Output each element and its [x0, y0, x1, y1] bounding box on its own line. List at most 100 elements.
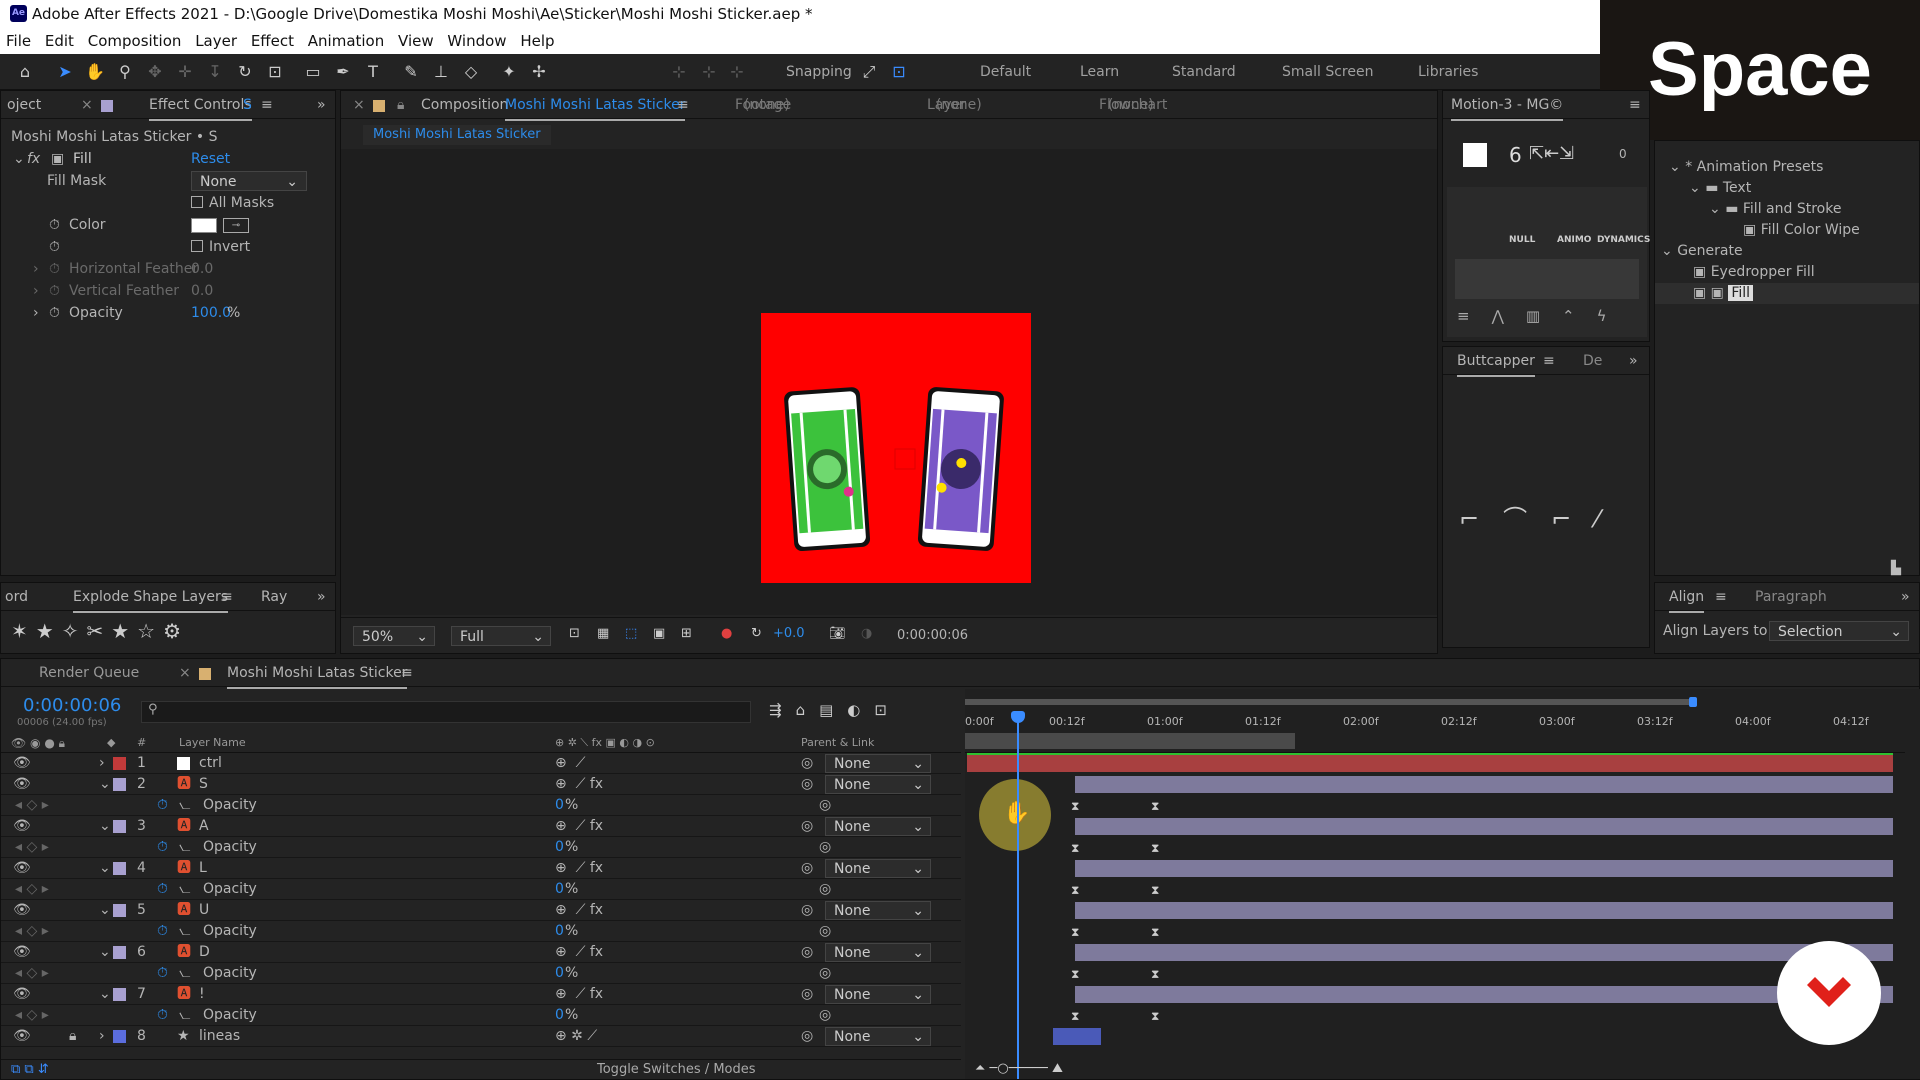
workspace-standard[interactable]: Standard: [1172, 64, 1236, 80]
preset-fill[interactable]: ▣ ▣ Fill: [1655, 283, 1919, 304]
graph-icon[interactable]: ⦦: [179, 1005, 191, 1026]
layer-name[interactable]: L: [199, 858, 207, 879]
graph-icon[interactable]: ⦦: [179, 795, 191, 816]
layer-name[interactable]: S: [199, 774, 208, 795]
motion-curve-graph[interactable]: [1455, 259, 1639, 299]
property-value[interactable]: 0: [555, 837, 564, 858]
chevron-down-icon[interactable]: ⌄: [99, 942, 111, 963]
keyframe-icon[interactable]: ⧗: [1151, 1010, 1161, 1022]
buttcapper-tab[interactable]: Buttcapper: [1457, 347, 1535, 377]
stopwatch-icon[interactable]: ⏱: [49, 215, 60, 236]
property-value[interactable]: 0: [555, 1005, 564, 1026]
graph-icon[interactable]: ⦦: [179, 963, 191, 984]
property-value[interactable]: 0: [555, 795, 564, 816]
property-value[interactable]: 0: [555, 921, 564, 942]
orbit-tool-icon[interactable]: ✥: [144, 61, 166, 83]
panel-menu-icon[interactable]: ≡: [221, 583, 233, 611]
footage-tab[interactable]: Footage (none): [735, 91, 791, 119]
stopwatch-icon[interactable]: ⏱: [49, 237, 60, 258]
ord-tab[interactable]: ord: [5, 583, 28, 611]
lock-icon[interactable]: 🔒︎: [397, 91, 404, 119]
close-icon[interactable]: ×: [353, 91, 365, 119]
parent-dropdown[interactable]: None ⌄: [825, 1027, 931, 1046]
chevron-down-icon[interactable]: ⌄: [99, 816, 111, 837]
explode-cut-icon[interactable]: ✂: [86, 619, 111, 643]
layer-name[interactable]: !: [199, 984, 205, 1005]
explode-sel-icon[interactable]: ★: [36, 619, 62, 643]
anchor-icons[interactable]: ⇱⇤⇲: [1529, 143, 1574, 164]
workspace-small-screen[interactable]: Small Screen: [1282, 64, 1373, 80]
layer-name[interactable]: lineas: [199, 1026, 240, 1047]
effect-controls-tab[interactable]: Effect Controls: [149, 91, 252, 121]
chevron-right-icon[interactable]: ›: [99, 753, 105, 774]
keyframe-nav-icon[interactable]: ◂ ◇ ▸: [15, 795, 49, 816]
snap-options-icon[interactable]: ⤢: [858, 61, 880, 83]
world-axis-icon[interactable]: ⊹: [698, 61, 720, 83]
layer-row[interactable]: 👁︎ 🔒︎ › 8 ★ lineas ⊕ ✲ ⟋ ◎ None ⌄: [1, 1026, 961, 1047]
label-color[interactable]: [113, 988, 126, 1001]
star-outline-icon[interactable]: ☆: [137, 619, 163, 643]
expression-pickwhip-icon[interactable]: ◎: [819, 879, 831, 900]
chevron-down-icon[interactable]: ⌄: [99, 774, 111, 795]
panel-menu-icon[interactable]: ≡: [1715, 583, 1727, 611]
toggle-switches-modes[interactable]: Toggle Switches / Modes: [597, 1062, 756, 1077]
visibility-icon[interactable]: 👁︎: [13, 942, 31, 963]
motion-curve-icons[interactable]: ≡⋀▥⌃ϟ: [1457, 307, 1629, 325]
preset-fill-and-stroke[interactable]: ⌄ ▬ Fill and Stroke: [1655, 199, 1919, 220]
parent-pickwhip-icon[interactable]: ◎: [801, 816, 813, 837]
layer-row[interactable]: 👁︎ ⌄ 2 🅰︎ S ⊕ ⟋ fx ◎ None ⌄: [1, 774, 961, 795]
mask-visibility-icon[interactable]: ⬚: [625, 626, 637, 641]
layer-bar[interactable]: [1075, 986, 1893, 1003]
layer-bar[interactable]: [1075, 818, 1893, 835]
keyframe-nav-icon[interactable]: ◂ ◇ ▸: [15, 1005, 49, 1026]
motion-tab[interactable]: Motion-3 - MG©: [1451, 91, 1564, 121]
view-axis-icon[interactable]: ⊹: [726, 61, 748, 83]
layer-tab[interactable]: Layer (none): [927, 91, 982, 119]
keyframe-nav-icon[interactable]: ◂ ◇ ▸: [15, 837, 49, 858]
keyframe-nav-icon[interactable]: ◂ ◇ ▸: [15, 921, 49, 942]
parent-pickwhip-icon[interactable]: ◎: [801, 942, 813, 963]
cap-style-icons[interactable]: ⌐⌒⌐⁄: [1459, 499, 1623, 534]
channels-icon[interactable]: ●: [721, 626, 732, 641]
property-row[interactable]: ◂ ◇ ▸ ⏱ ⦦ Opacity 0% ◎: [1, 1005, 961, 1026]
menu-effect[interactable]: Effect: [251, 32, 294, 50]
menu-view[interactable]: View: [398, 32, 434, 50]
preset-eyedropper-fill[interactable]: ▣ Eyedropper Fill: [1655, 262, 1919, 283]
menu-layer[interactable]: Layer: [195, 32, 237, 50]
parent-dropdown[interactable]: None ⌄: [825, 901, 931, 920]
render-queue-tab[interactable]: Render Queue: [39, 659, 139, 687]
shy-switch-icon[interactable]: ⊕ ⟋ fx: [555, 984, 603, 1005]
viewer-timecode[interactable]: 0:00:00:06: [897, 628, 968, 643]
property-row[interactable]: ◂ ◇ ▸ ⏱ ⦦ Opacity 0% ◎: [1, 879, 961, 900]
shy-switch-icon[interactable]: ⊕ ⟋ fx: [555, 858, 603, 879]
keyframe-icon[interactable]: ⧗: [1071, 800, 1081, 812]
reset-link[interactable]: Reset: [191, 149, 230, 170]
exposure-value[interactable]: +0.0: [773, 626, 805, 641]
timeline-timecode[interactable]: 0:00:00:06: [23, 695, 121, 716]
parent-pickwhip-icon[interactable]: ◎: [801, 900, 813, 921]
explode-ai-icon[interactable]: ✧: [62, 619, 87, 643]
layer-name[interactable]: ctrl: [199, 753, 222, 774]
de-tab[interactable]: De: [1583, 347, 1602, 375]
keyframe-icon[interactable]: ⧗: [1151, 842, 1161, 854]
pen-tool-icon[interactable]: ✒: [332, 61, 354, 83]
layer-bar[interactable]: [1075, 902, 1893, 919]
parent-dropdown[interactable]: None ⌄: [825, 754, 931, 773]
layer-bar-ctrl[interactable]: [967, 755, 1893, 772]
keyframe-icon[interactable]: ⧗: [1071, 1010, 1081, 1022]
composition-tab-name[interactable]: Moshi Moshi Latas Sticker: [505, 91, 686, 121]
parent-pickwhip-icon[interactable]: ◎: [801, 753, 813, 774]
fill-mask-dropdown[interactable]: None ⌄: [191, 171, 307, 191]
fx-icon[interactable]: fx: [27, 149, 40, 170]
expand-panels-icon[interactable]: »: [1629, 347, 1638, 375]
roto-brush-tool-icon[interactable]: ✦: [498, 61, 520, 83]
visibility-icon[interactable]: 👁︎: [13, 774, 31, 795]
rotate-tool-icon[interactable]: ↻: [234, 61, 256, 83]
parent-pickwhip-icon[interactable]: ◎: [801, 1026, 813, 1047]
eraser-tool-icon[interactable]: ◇: [460, 61, 482, 83]
menu-window[interactable]: Window: [447, 32, 506, 50]
layer-name[interactable]: U: [199, 900, 209, 921]
menu-animation[interactable]: Animation: [308, 32, 384, 50]
chevron-down-icon[interactable]: ⌄: [13, 149, 25, 170]
preset-text[interactable]: ⌄ ▬ Text: [1655, 178, 1919, 199]
